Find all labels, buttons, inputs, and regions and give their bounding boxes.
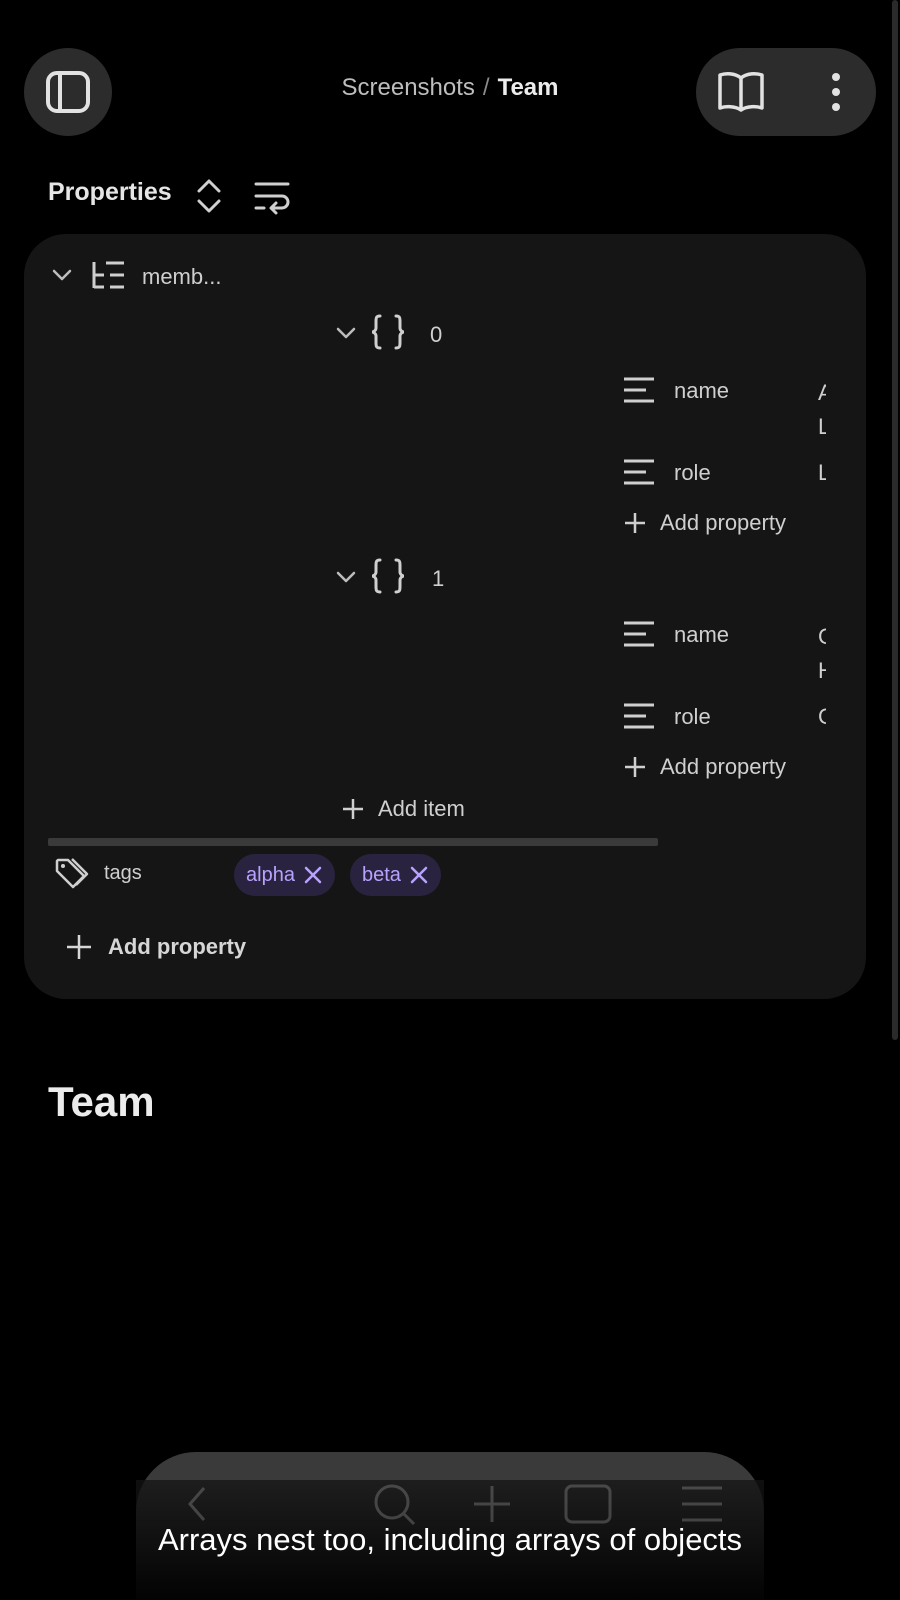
field-value-role[interactable]: L bbox=[818, 460, 826, 486]
field-key-role[interactable]: role bbox=[674, 704, 711, 730]
add-item-button[interactable]: Add item bbox=[378, 796, 465, 822]
tag-chip[interactable]: beta bbox=[350, 854, 441, 896]
plus-icon bbox=[343, 799, 363, 819]
chevron-down-icon[interactable] bbox=[52, 268, 72, 282]
properties-heading[interactable]: Properties bbox=[48, 178, 172, 207]
tags-property-label[interactable]: tags bbox=[104, 862, 142, 885]
object-braces-icon bbox=[371, 558, 405, 594]
toolbar-icons bbox=[188, 1484, 722, 1526]
chevron-down-icon[interactable] bbox=[336, 326, 356, 340]
book-icon bbox=[718, 72, 764, 112]
array-item-index: 0 bbox=[430, 322, 443, 347]
tag-chip-label: alpha bbox=[246, 863, 295, 886]
wrap-text-icon[interactable] bbox=[254, 180, 292, 216]
search-icon bbox=[374, 1484, 410, 1520]
members-property-label[interactable]: memb... bbox=[142, 264, 221, 290]
header-actions-group bbox=[696, 48, 876, 136]
tabs-icon bbox=[564, 1484, 612, 1524]
list-tree-icon bbox=[92, 261, 124, 289]
breadcrumb-parent[interactable]: Screenshots bbox=[342, 74, 475, 101]
back-icon bbox=[188, 1487, 206, 1521]
add-property-button[interactable]: Add property bbox=[108, 934, 246, 960]
text-lines-icon bbox=[624, 703, 654, 729]
add-property-button[interactable]: Add property bbox=[660, 510, 786, 536]
field-value-name[interactable]: A L bbox=[818, 376, 826, 444]
more-vertical-icon bbox=[832, 73, 840, 111]
breadcrumb-separator: / bbox=[482, 74, 490, 101]
page-title[interactable]: Team bbox=[48, 1078, 155, 1126]
reading-view-button[interactable] bbox=[706, 58, 776, 126]
field-value-role[interactable]: C bbox=[818, 704, 826, 730]
add-property-button[interactable]: Add property bbox=[660, 754, 786, 780]
chevron-up-down-icon[interactable] bbox=[194, 178, 224, 214]
close-icon[interactable] bbox=[409, 865, 429, 885]
field-value-name[interactable]: C H bbox=[818, 620, 826, 688]
close-icon[interactable] bbox=[303, 865, 323, 885]
plus-icon bbox=[625, 757, 645, 777]
object-braces-icon bbox=[371, 314, 405, 350]
breadcrumb-current: Team bbox=[497, 74, 559, 101]
text-lines-icon bbox=[624, 459, 654, 485]
text-lines-icon bbox=[624, 377, 654, 403]
field-key-name[interactable]: name bbox=[674, 622, 729, 648]
properties-card: memb... 0 name A L role L Add property 1 bbox=[24, 234, 866, 999]
horizontal-scrollbar[interactable] bbox=[48, 838, 658, 846]
array-item-index: 1 bbox=[432, 566, 445, 591]
tag-chip-label: beta bbox=[362, 863, 401, 886]
plus-icon bbox=[67, 935, 91, 959]
plus-icon bbox=[625, 513, 645, 533]
chevron-down-icon[interactable] bbox=[336, 570, 356, 584]
field-key-name[interactable]: name bbox=[674, 378, 729, 404]
caption-text: Arrays nest too, including arrays of obj… bbox=[157, 1522, 743, 1557]
text-lines-icon bbox=[624, 621, 654, 647]
field-key-role[interactable]: role bbox=[674, 460, 711, 486]
vertical-scrollbar[interactable] bbox=[892, 0, 898, 1040]
tag-chip[interactable]: alpha bbox=[234, 854, 335, 896]
tags-icon bbox=[55, 858, 89, 889]
more-menu-button[interactable] bbox=[806, 58, 866, 126]
